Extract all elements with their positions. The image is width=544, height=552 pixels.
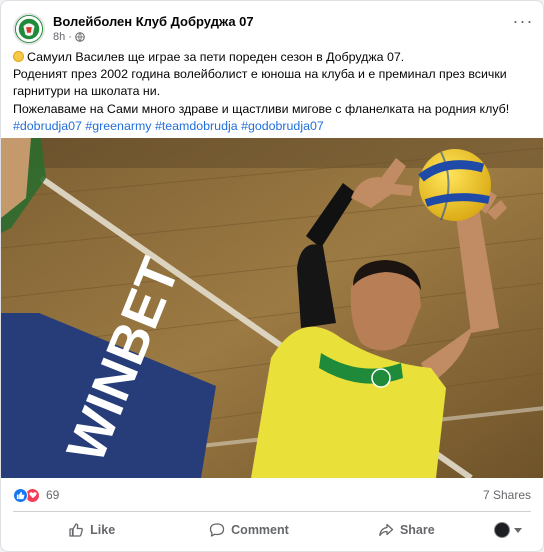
hashtag-link[interactable]: #godobrudja07 xyxy=(241,119,324,133)
hashtags: #dobrudja07 #greenarmy #teamdobrudja #go… xyxy=(13,118,529,135)
stats-divider xyxy=(13,511,531,512)
account-switcher[interactable] xyxy=(485,522,531,538)
hashtag-link[interactable]: #greenarmy xyxy=(85,119,151,133)
post-stats: 69 7 Shares xyxy=(13,485,531,505)
post-line: гарнитури на школата ни. xyxy=(13,84,161,99)
globe-icon xyxy=(75,32,85,42)
chevron-down-icon xyxy=(513,527,522,533)
comment-button[interactable]: Comment xyxy=(170,515,327,545)
account-avatar xyxy=(493,522,510,538)
post-card: Волейболен Клуб Добруджа 07 8h · ··· Сам… xyxy=(0,0,544,552)
post-line: Самуил Василев ще играе за пети пореден … xyxy=(13,49,529,66)
like-label: Like xyxy=(90,523,116,537)
page-avatar[interactable] xyxy=(13,13,45,45)
shares-count[interactable]: 7 Shares xyxy=(483,488,531,502)
post-body: Самуил Василев ще играе за пети пореден … xyxy=(13,49,529,135)
post-line: Пожелаваме на Сами много здраве и щастли… xyxy=(13,101,510,116)
comment-icon xyxy=(210,523,225,537)
reactions-summary[interactable]: 69 xyxy=(13,487,60,503)
like-button[interactable]: Like xyxy=(13,515,170,545)
emoji-icon xyxy=(13,51,24,62)
comment-label: Comment xyxy=(231,523,289,537)
volleyball-player-photo: WINBET xyxy=(1,138,543,478)
post-line: Роденият през 2002 година волейболист е … xyxy=(13,67,507,82)
post-meta: 8h · xyxy=(53,30,254,44)
meta-separator: · xyxy=(68,31,72,43)
club-logo-icon xyxy=(15,15,43,43)
like-reaction-icon xyxy=(13,487,28,503)
share-arrow-icon xyxy=(379,523,394,537)
header-text: Волейболен Клуб Добруджа 07 8h · xyxy=(53,14,254,44)
post-actions: Like Comment Share xyxy=(13,515,531,545)
reaction-count: 69 xyxy=(46,488,60,502)
hashtag-link[interactable]: #teamdobrudja xyxy=(155,119,238,133)
share-label: Share xyxy=(399,523,435,537)
share-button[interactable]: Share xyxy=(328,515,485,545)
volleyball xyxy=(418,149,491,221)
thumbs-up-icon xyxy=(69,523,84,537)
post-header: Волейболен Клуб Добруджа 07 8h · xyxy=(13,11,531,47)
hashtag-link[interactable]: #dobrudja07 xyxy=(13,119,82,133)
post-photo[interactable]: WINBET xyxy=(1,138,543,478)
post-time[interactable]: 8h xyxy=(53,30,65,44)
more-horizontal-icon[interactable]: ··· xyxy=(511,9,535,33)
page-name[interactable]: Волейболен Клуб Добруджа 07 xyxy=(53,14,254,30)
